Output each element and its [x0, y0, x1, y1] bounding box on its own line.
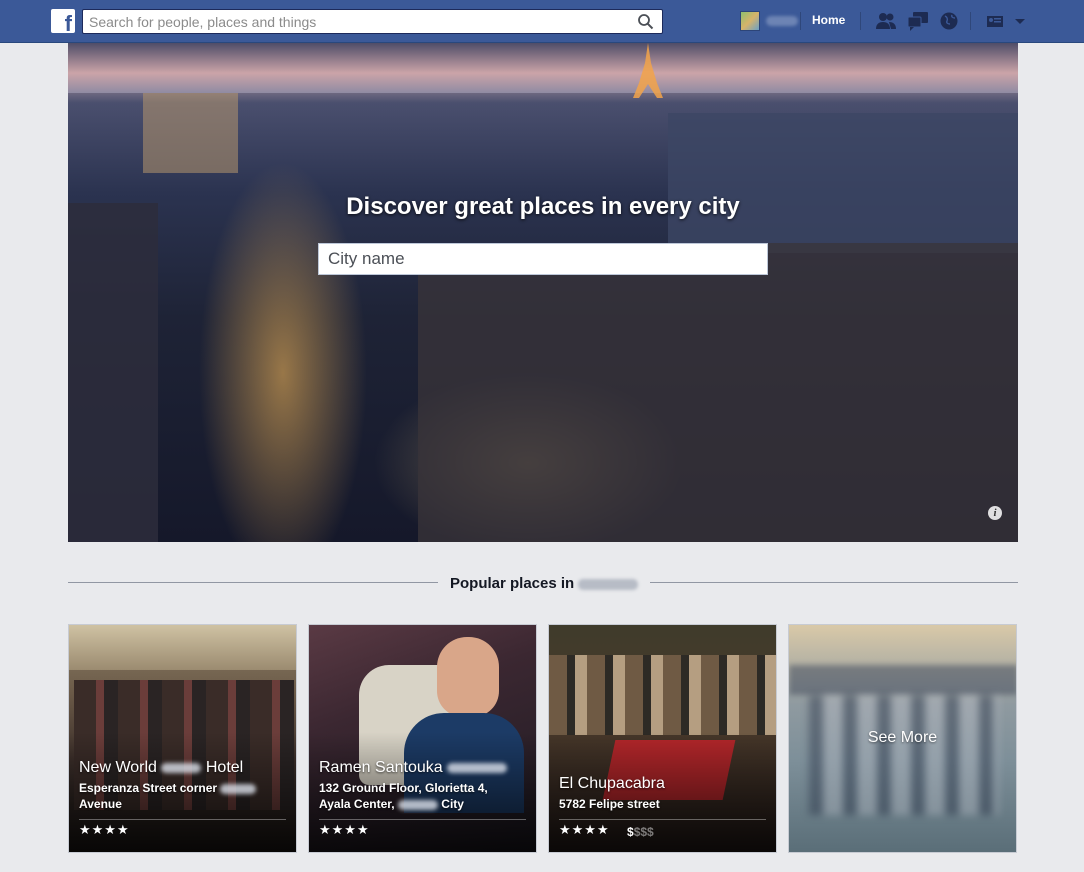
divider-line — [68, 582, 438, 583]
eiffel-tower-icon — [633, 43, 663, 98]
hero-sky — [68, 43, 1018, 93]
nav-divider — [970, 12, 971, 30]
avatar — [740, 11, 760, 31]
place-address: 5782 Felipe street — [559, 797, 660, 811]
popular-places-header: Popular places in — [68, 573, 1018, 593]
friend-requests-icon[interactable] — [875, 11, 897, 31]
place-card[interactable]: El Chupacabra 5782 Felipe street ★★★★ $$… — [548, 624, 777, 853]
city-name-input[interactable] — [319, 244, 767, 274]
card-photo-ceiling — [69, 625, 296, 670]
info-icon[interactable]: i — [988, 506, 1002, 520]
price-level: $$$$ — [627, 825, 654, 839]
hero-building — [143, 93, 238, 173]
top-navigation-bar: f Home — [0, 0, 1084, 43]
search-icon[interactable] — [637, 13, 654, 30]
facebook-logo[interactable]: f — [51, 9, 75, 36]
home-link[interactable]: Home — [812, 13, 845, 27]
nav-divider — [800, 12, 801, 30]
city-name-redacted — [578, 578, 639, 590]
divider-line — [650, 582, 1018, 583]
hero-title: Discover great places in every city — [346, 193, 740, 220]
city-search-box — [318, 243, 768, 275]
popular-places-title: Popular places in — [450, 575, 639, 592]
place-name: New World Hotel — [79, 759, 244, 776]
hero-building — [418, 243, 1018, 542]
rating-stars: ★★★★ — [79, 823, 130, 838]
logo-letter: f — [64, 11, 72, 36]
place-address: 132 Ground Floor, Glorietta 4, Ayala Cen… — [319, 781, 488, 811]
card-separator — [79, 819, 286, 820]
messages-icon[interactable] — [907, 11, 929, 31]
card-separator — [319, 819, 526, 820]
card-photo-crowd — [549, 655, 776, 735]
hero-building — [668, 113, 1018, 253]
place-name: Ramen Santouka — [319, 759, 508, 777]
hero-banner: Discover great places in every city i — [68, 43, 1018, 542]
hero-building — [68, 203, 158, 542]
see-more-card[interactable]: See More — [788, 624, 1017, 853]
privacy-shortcuts-icon[interactable] — [985, 11, 1007, 31]
card-photo-blur — [809, 695, 999, 815]
profile-name-redacted — [766, 16, 798, 26]
card-separator — [559, 819, 766, 820]
rating-stars: ★★★★ — [559, 823, 610, 838]
place-name: El Chupacabra — [559, 775, 665, 792]
see-more-label[interactable]: See More — [789, 729, 1016, 747]
popular-heading-text: Popular places in — [450, 575, 575, 592]
notifications-globe-icon[interactable] — [938, 11, 960, 31]
place-card[interactable]: Ramen Santouka 132 Ground Floor, Gloriet… — [308, 624, 537, 853]
search-input[interactable] — [83, 10, 623, 33]
place-card[interactable]: New World Hotel Esperanza Street corner … — [68, 624, 297, 853]
place-address: Esperanza Street corner Avenue — [79, 780, 289, 812]
rating-stars: ★★★★ — [319, 823, 370, 838]
search-box — [82, 9, 663, 34]
card-photo-face — [437, 637, 499, 717]
card-photo-blur — [789, 665, 1016, 695]
nav-divider — [860, 12, 861, 30]
account-menu-chevron-icon[interactable] — [1012, 11, 1028, 31]
profile-link[interactable] — [740, 10, 798, 32]
